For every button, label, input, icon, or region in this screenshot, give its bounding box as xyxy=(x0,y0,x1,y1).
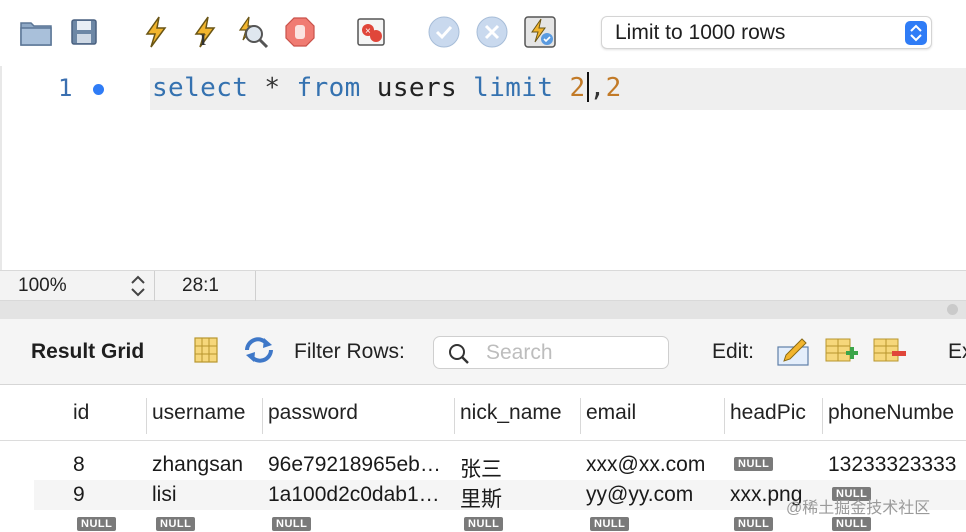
sql-editor[interactable]: 1 select * from users limit 2,2 xyxy=(0,66,966,270)
autocommit-icon[interactable] xyxy=(522,14,558,50)
filter-rows-label: Filter Rows: xyxy=(294,340,405,363)
filter-search-input[interactable] xyxy=(486,340,662,366)
result-grid-title[interactable]: Result Grid xyxy=(31,340,144,364)
column-header-email[interactable]: email xyxy=(586,401,720,425)
export-label: Ex xyxy=(948,340,966,363)
delete-row-icon[interactable] xyxy=(872,335,906,367)
result-toolbar: Result Grid Filter Rows: Edit: Ex xyxy=(0,319,966,385)
operator-star: * xyxy=(264,73,281,103)
sql-code-line[interactable]: select * from users limit 2,2 xyxy=(152,72,622,103)
column-divider[interactable] xyxy=(262,398,263,434)
status-divider xyxy=(255,271,256,301)
line-number: 1 xyxy=(58,74,73,102)
cell-headpic[interactable]: NULL xyxy=(734,513,774,532)
null-badge: NULL xyxy=(156,517,196,531)
null-badge: NULL xyxy=(464,517,504,531)
table-name: users xyxy=(376,73,458,103)
save-icon[interactable] xyxy=(66,14,102,50)
column-header-headpic[interactable]: headPic xyxy=(730,401,820,425)
cell-password[interactable]: 1a100d2c0dab1… xyxy=(268,483,452,507)
zoom-stepper-icon[interactable] xyxy=(128,272,148,300)
cell-headpic[interactable]: NULL xyxy=(734,453,774,477)
cell-nick-name[interactable]: 张三 xyxy=(460,453,576,483)
execute-icon[interactable] xyxy=(138,14,174,50)
keyword-from: from xyxy=(296,73,361,103)
cell-email[interactable]: yy@yy.com xyxy=(586,483,720,507)
keyword-limit: limit xyxy=(473,73,554,103)
cell-id[interactable]: 8 xyxy=(73,453,85,477)
grid-view-icon[interactable] xyxy=(192,335,224,367)
edit-label: Edit: xyxy=(712,340,755,363)
add-row-icon[interactable] xyxy=(824,335,858,367)
svg-text:I: I xyxy=(200,32,206,49)
limit-rows-select[interactable]: Limit to 1000 rows xyxy=(601,16,932,49)
svg-text:×: × xyxy=(365,26,371,37)
text-cursor xyxy=(586,72,589,102)
limit-count: 2 xyxy=(605,73,622,103)
explain-icon[interactable] xyxy=(234,14,270,50)
cell-id[interactable]: 9 xyxy=(73,483,85,507)
cell-username[interactable]: lisi xyxy=(152,483,260,507)
refresh-icon[interactable] xyxy=(242,335,274,367)
cell-username[interactable]: zhangsan xyxy=(152,453,260,477)
edit-cell-icon[interactable] xyxy=(776,335,809,367)
null-badge: NULL xyxy=(734,517,774,531)
filter-search-box[interactable] xyxy=(433,336,669,369)
cell-nick-name[interactable]: NULL xyxy=(464,513,504,532)
status-divider xyxy=(154,271,155,301)
result-grid: id username password nick_name email hea… xyxy=(0,386,966,532)
error-toggle-icon[interactable]: × xyxy=(354,14,390,50)
cell-password[interactable]: 96e79218965eb… xyxy=(268,453,452,477)
execute-current-icon[interactable]: I xyxy=(186,14,222,50)
statement-marker-icon[interactable] xyxy=(93,84,104,95)
limit-offset: 2 xyxy=(569,73,586,103)
null-badge: NULL xyxy=(77,517,117,531)
cell-email[interactable]: xxx@xx.com xyxy=(586,453,720,477)
grid-header-row: id username password nick_name email hea… xyxy=(0,386,966,441)
column-divider[interactable] xyxy=(146,398,147,434)
keyword-select: select xyxy=(152,73,249,103)
editor-status-bar: 100% 28:1 xyxy=(0,270,966,301)
editor-toolbar: I × Limit to 1000 rows xyxy=(0,0,966,66)
null-badge: NULL xyxy=(734,457,774,471)
table-row[interactable]: 8 zhangsan 96e79218965eb… 张三 xxx@xx.com … xyxy=(0,450,966,483)
comma: , xyxy=(589,73,606,103)
rollback-icon[interactable] xyxy=(474,14,510,50)
open-folder-icon[interactable] xyxy=(18,14,54,50)
cell-username[interactable]: NULL xyxy=(156,513,196,532)
column-divider[interactable] xyxy=(454,398,455,434)
commit-icon[interactable] xyxy=(426,14,462,50)
column-header-password[interactable]: password xyxy=(268,401,448,425)
cell-nick-name[interactable]: 里斯 xyxy=(460,483,576,513)
stop-icon[interactable] xyxy=(282,14,318,50)
column-header-username[interactable]: username xyxy=(152,401,260,425)
column-divider[interactable] xyxy=(822,398,823,434)
cell-password[interactable]: NULL xyxy=(272,513,312,532)
column-header-phonenumber[interactable]: phoneNumbe xyxy=(828,401,966,425)
splitter-handle-icon[interactable] xyxy=(947,304,958,315)
null-badge: NULL xyxy=(832,517,872,531)
null-badge: NULL xyxy=(590,517,630,531)
pane-splitter[interactable] xyxy=(0,301,966,319)
null-badge: NULL xyxy=(272,517,312,531)
column-divider[interactable] xyxy=(724,398,725,434)
zoom-level[interactable]: 100% xyxy=(18,275,67,297)
cell-id[interactable]: NULL xyxy=(77,513,117,532)
cursor-position: 28:1 xyxy=(182,275,219,296)
cell-email[interactable]: NULL xyxy=(590,513,630,532)
cell-phonenumber[interactable]: 13233323333 xyxy=(828,453,966,477)
column-header-nick-name[interactable]: nick_name xyxy=(460,401,576,425)
search-icon xyxy=(449,344,469,364)
watermark: @稀土掘金技术社区 xyxy=(786,500,931,517)
limit-rows-value: Limit to 1000 rows xyxy=(615,21,786,44)
column-header-id[interactable]: id xyxy=(73,401,133,425)
select-stepper-icon xyxy=(905,21,927,45)
column-divider[interactable] xyxy=(580,398,581,434)
